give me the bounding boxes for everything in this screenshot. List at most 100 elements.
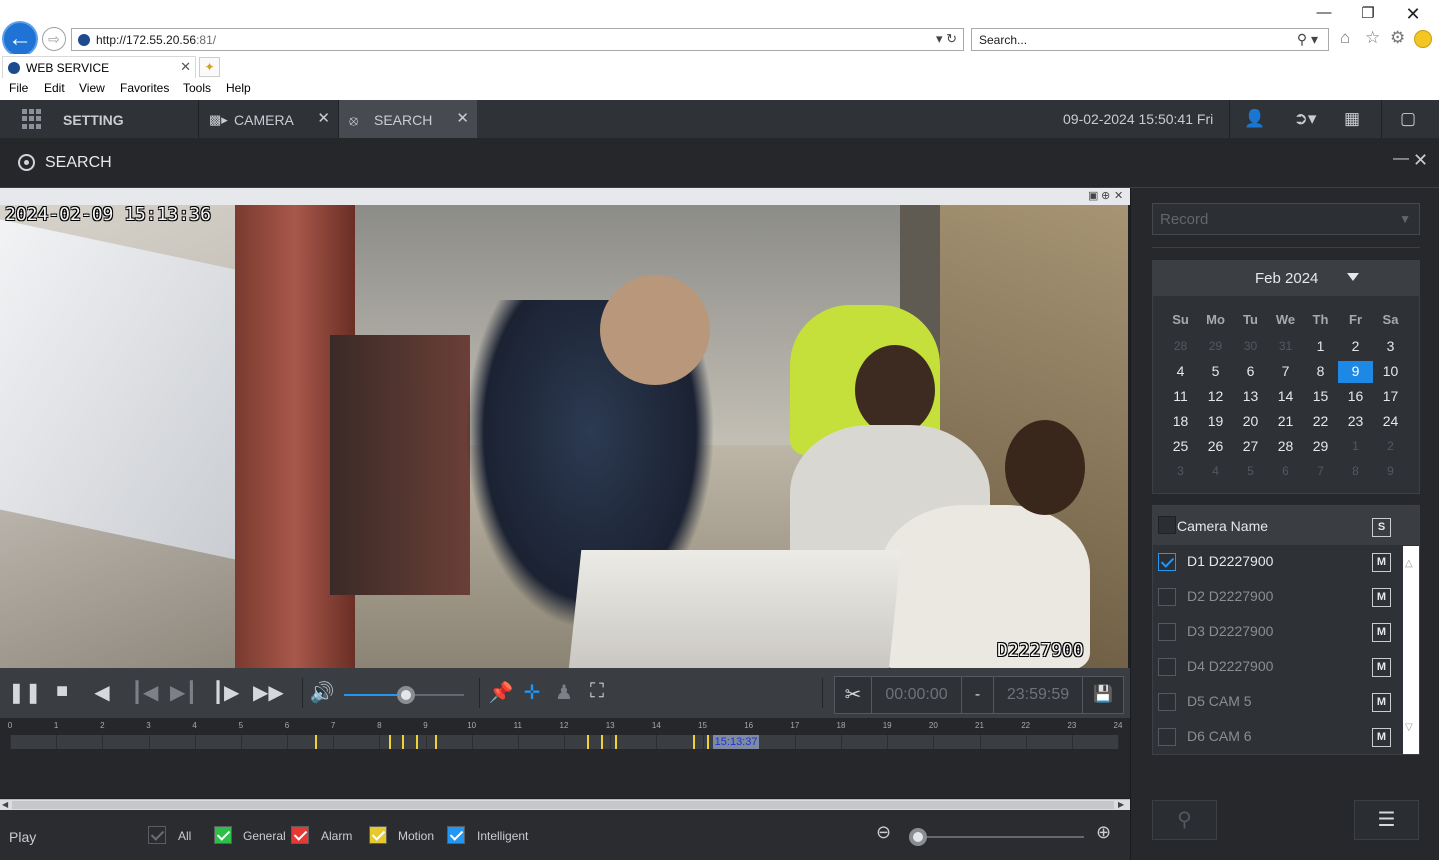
calendar-day[interactable]: 6 bbox=[1233, 361, 1268, 383]
scroll-right-icon[interactable]: ▶ bbox=[1118, 800, 1124, 809]
calendar-day[interactable]: 5 bbox=[1198, 361, 1233, 383]
stop-icon[interactable]: ■ bbox=[49, 680, 75, 703]
nav-setting[interactable]: SETTING bbox=[63, 112, 124, 128]
calendar-day[interactable]: 1 bbox=[1303, 336, 1338, 358]
calendar-day[interactable]: 3 bbox=[1163, 461, 1198, 483]
sync-button[interactable]: S bbox=[1372, 518, 1391, 537]
menu-view[interactable]: View bbox=[79, 81, 105, 95]
snapshot-icon[interactable]: ▣ bbox=[1088, 189, 1098, 202]
url-field[interactable]: http://172.55.20.56:81/ ▾ ↻ bbox=[71, 28, 964, 51]
calendar-day[interactable]: 2 bbox=[1373, 436, 1408, 458]
qr-code-icon[interactable]: ▦ bbox=[1340, 109, 1364, 129]
calendar-day[interactable]: 22 bbox=[1303, 411, 1338, 433]
timeline-cursor[interactable]: 15:13:37 bbox=[712, 735, 760, 749]
tab-camera[interactable]: ▩▸ CAMERA ✕ bbox=[198, 100, 338, 138]
main-stream-button[interactable]: M bbox=[1372, 588, 1391, 607]
filter-intelligent-checkbox[interactable] bbox=[447, 826, 465, 844]
forward-arrow-icon[interactable]: ⇨ bbox=[42, 27, 66, 51]
zoom-out-icon[interactable]: ⊖ bbox=[876, 822, 891, 843]
minimize-panel-icon[interactable]: — bbox=[1393, 150, 1409, 168]
calendar-day[interactable]: 15 bbox=[1303, 386, 1338, 408]
scroll-up-icon[interactable]: △ bbox=[1405, 558, 1413, 569]
calendar-day[interactable]: 10 bbox=[1373, 361, 1408, 383]
calendar-day[interactable]: 29 bbox=[1198, 336, 1233, 358]
back-arrow-icon[interactable]: ← bbox=[2, 21, 38, 57]
camera-list-item[interactable]: D4 D2227900 M bbox=[1153, 650, 1403, 685]
clip-start-time[interactable]: 00:00:00 bbox=[872, 677, 962, 713]
calendar-day[interactable]: 9 bbox=[1373, 461, 1408, 483]
menu-edit[interactable]: Edit bbox=[44, 81, 65, 95]
timeline-track[interactable]: 15:13:37 bbox=[10, 735, 1119, 749]
caret-down-icon[interactable] bbox=[1347, 273, 1359, 281]
camera-checkbox[interactable] bbox=[1158, 658, 1176, 676]
calendar-day[interactable]: 21 bbox=[1268, 411, 1303, 433]
scrollbar-thumb[interactable] bbox=[12, 801, 1114, 809]
calendar-header[interactable]: Feb 2024 bbox=[1153, 261, 1419, 296]
calendar-day[interactable]: 11 bbox=[1163, 386, 1198, 408]
video-feed[interactable]: 2024-02-09 15:13:36 D2227900 bbox=[0, 205, 1128, 668]
close-panel-icon[interactable]: ✕ bbox=[1413, 150, 1428, 171]
calendar-day[interactable]: 19 bbox=[1198, 411, 1233, 433]
timeline[interactable]: 0 1 2 3 4 5 6 7 8 9 10 11 12 13 14 15 16 17 18 19 20 21 22 23 24… bbox=[0, 718, 1130, 798]
browser-search-field[interactable]: Search... ⚲ ▾ bbox=[971, 28, 1329, 51]
save-clip-icon[interactable]: 💾 bbox=[1083, 677, 1123, 713]
camera-checkbox[interactable] bbox=[1158, 588, 1176, 606]
calendar-day[interactable]: 29 bbox=[1303, 436, 1338, 458]
calendar-day[interactable]: 2 bbox=[1338, 336, 1373, 358]
file-list-button[interactable]: ☰ bbox=[1354, 800, 1419, 840]
calendar-day[interactable]: 17 bbox=[1373, 386, 1408, 408]
filter-general-checkbox[interactable] bbox=[214, 826, 232, 844]
record-type-select[interactable]: Record ▼ bbox=[1152, 203, 1420, 235]
menu-favorites[interactable]: Favorites bbox=[120, 81, 169, 95]
user-icon[interactable]: 👤 bbox=[1243, 109, 1267, 129]
calendar-day[interactable]: 16 bbox=[1338, 386, 1373, 408]
scissors-icon[interactable]: ✂ bbox=[835, 677, 872, 713]
main-stream-button[interactable]: M bbox=[1372, 658, 1391, 677]
camera-list-item[interactable]: D5 CAM 5 M bbox=[1153, 685, 1403, 720]
smart-search-button[interactable]: ⚲ bbox=[1152, 800, 1217, 840]
filter-alarm-checkbox[interactable] bbox=[291, 826, 309, 844]
main-stream-button[interactable]: M bbox=[1372, 623, 1391, 642]
calendar-day[interactable]: 23 bbox=[1338, 411, 1373, 433]
filter-motion-checkbox[interactable] bbox=[369, 826, 387, 844]
camera-list-item[interactable]: D1 D2227900 M bbox=[1153, 545, 1403, 580]
calendar-day[interactable]: 4 bbox=[1163, 361, 1198, 383]
timeline-zoom-slider[interactable] bbox=[909, 828, 1084, 846]
calendar-day[interactable]: 30 bbox=[1233, 336, 1268, 358]
camera-checkbox[interactable] bbox=[1158, 553, 1176, 571]
favorites-star-icon[interactable]: ☆ bbox=[1365, 28, 1380, 48]
scroll-left-icon[interactable]: ◀ bbox=[2, 800, 8, 809]
home-icon[interactable]: ⌂ bbox=[1340, 28, 1350, 48]
zoom-in-icon[interactable]: ⊕ bbox=[1101, 189, 1110, 202]
menu-help[interactable]: Help bbox=[226, 81, 251, 95]
camera-list-item[interactable]: D2 D2227900 M bbox=[1153, 580, 1403, 615]
smart-search-icon[interactable]: ✛ bbox=[519, 680, 545, 705]
calendar-day[interactable]: 8 bbox=[1338, 461, 1373, 483]
calendar-day[interactable]: 26 bbox=[1198, 436, 1233, 458]
pause-icon[interactable]: ❚❚ bbox=[8, 680, 42, 705]
next-frame-icon[interactable]: ▶┃ bbox=[170, 680, 197, 705]
menu-file[interactable]: File bbox=[9, 81, 28, 95]
calendar-day[interactable]: 28 bbox=[1163, 336, 1198, 358]
camera-checkbox[interactable] bbox=[1158, 693, 1176, 711]
close-tab-camera-icon[interactable]: ✕ bbox=[317, 109, 330, 127]
calendar-day[interactable]: 18 bbox=[1163, 411, 1198, 433]
calendar-day[interactable]: 28 bbox=[1268, 436, 1303, 458]
calendar-day[interactable]: 1 bbox=[1338, 436, 1373, 458]
logout-icon[interactable]: ➲▾ bbox=[1288, 109, 1322, 129]
calendar-day[interactable]: 5 bbox=[1233, 461, 1268, 483]
zoom-in-icon[interactable]: ⊕ bbox=[1096, 822, 1111, 843]
calendar-day[interactable]: 20 bbox=[1233, 411, 1268, 433]
close-window-icon[interactable]: ✕ bbox=[1403, 4, 1423, 25]
calendar-day[interactable]: 12 bbox=[1198, 386, 1233, 408]
calendar-day[interactable]: 25 bbox=[1163, 436, 1198, 458]
camera-checkbox[interactable] bbox=[1158, 728, 1176, 746]
camera-checkbox[interactable] bbox=[1158, 623, 1176, 641]
calendar-day[interactable]: 4 bbox=[1198, 461, 1233, 483]
close-tab-search-icon[interactable]: ✕ bbox=[456, 109, 469, 127]
calendar-day[interactable]: 7 bbox=[1303, 461, 1338, 483]
fullscreen-icon[interactable]: ⛶ bbox=[584, 680, 610, 703]
calendar-day[interactable]: 31 bbox=[1268, 336, 1303, 358]
calendar-day[interactable]: 7 bbox=[1268, 361, 1303, 383]
calendar-day[interactable]: 27 bbox=[1233, 436, 1268, 458]
